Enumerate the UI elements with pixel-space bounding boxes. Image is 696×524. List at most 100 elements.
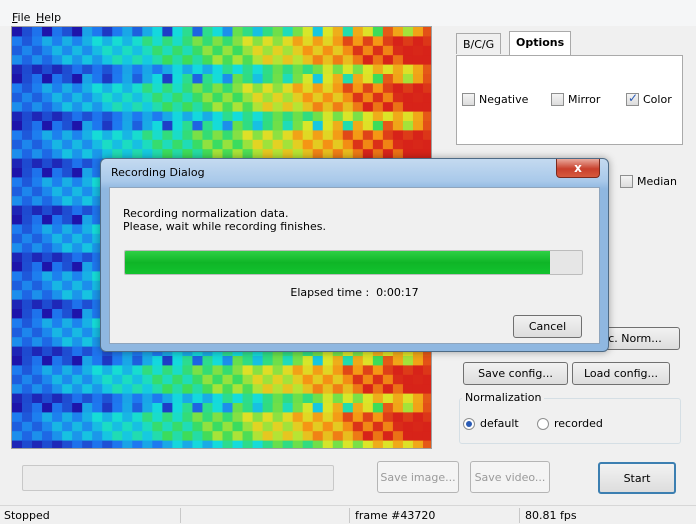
heatmap-cell bbox=[142, 393, 153, 404]
heatmap-cell bbox=[22, 121, 33, 131]
radio-default[interactable]: default bbox=[463, 417, 519, 430]
heatmap-cell bbox=[292, 74, 304, 84]
heatmap-cell bbox=[362, 403, 374, 413]
heatmap-cell bbox=[72, 356, 83, 366]
save-image-button[interactable]: Save image... bbox=[377, 461, 459, 493]
heatmap-cell bbox=[232, 45, 244, 56]
heatmap-cell bbox=[192, 421, 204, 432]
cancel-button[interactable]: Cancel bbox=[513, 315, 582, 338]
heatmap-cell bbox=[32, 158, 43, 169]
heatmap-cell bbox=[202, 45, 214, 56]
heatmap-cell bbox=[322, 55, 334, 66]
radio-recorded-indicator[interactable] bbox=[537, 417, 549, 430]
heatmap-cell bbox=[82, 365, 93, 376]
radio-recorded[interactable]: recorded bbox=[537, 417, 603, 430]
heatmap-cell bbox=[42, 121, 53, 131]
tab-bcg[interactable]: B/C/G bbox=[456, 33, 502, 54]
heatmap-cell bbox=[372, 45, 384, 56]
heatmap-cell bbox=[312, 421, 324, 432]
heatmap-cell bbox=[32, 393, 43, 404]
median-check-box[interactable] bbox=[620, 175, 633, 188]
heatmap-cell bbox=[72, 92, 83, 103]
heatmap-cell bbox=[212, 74, 224, 84]
heatmap-cell bbox=[282, 440, 294, 448]
heatmap-cell bbox=[82, 431, 93, 442]
heatmap-cell bbox=[242, 365, 254, 376]
heatmap-cell bbox=[42, 92, 53, 103]
heatmap-cell bbox=[252, 403, 264, 413]
heatmap-cell bbox=[22, 158, 33, 169]
heatmap-cell bbox=[32, 356, 43, 366]
heatmap-cell bbox=[242, 92, 254, 103]
radio-default-indicator[interactable] bbox=[463, 417, 475, 430]
mirror-checkbox[interactable]: Mirror bbox=[551, 93, 600, 106]
heatmap-cell bbox=[72, 83, 83, 94]
menu-help[interactable]: Help bbox=[36, 11, 61, 24]
heatmap-cell bbox=[22, 403, 33, 413]
menu-file[interactable]: File bbox=[12, 11, 30, 24]
heatmap-cell bbox=[222, 121, 234, 131]
heatmap-cell bbox=[372, 384, 384, 395]
heatmap-cell bbox=[292, 431, 304, 442]
heatmap-cell bbox=[282, 356, 294, 366]
heatmap-cell bbox=[362, 27, 374, 37]
heatmap-cell bbox=[132, 139, 143, 150]
heatmap-cell bbox=[72, 177, 83, 188]
load-config-button[interactable]: Load config... bbox=[572, 362, 670, 385]
close-icon[interactable]: x bbox=[556, 159, 600, 178]
heatmap-cell bbox=[362, 412, 374, 423]
status-frame: frame #43720 bbox=[355, 509, 436, 522]
heatmap-cell bbox=[162, 403, 173, 413]
heatmap-cell bbox=[182, 139, 194, 150]
heatmap-cell bbox=[352, 36, 364, 47]
heatmap-cell bbox=[312, 55, 324, 66]
save-video-button[interactable]: Save video... bbox=[470, 461, 550, 493]
heatmap-cell bbox=[182, 403, 194, 413]
heatmap-cell bbox=[72, 215, 83, 225]
heatmap-cell bbox=[82, 271, 93, 282]
heatmap-cell bbox=[252, 440, 264, 448]
heatmap-cell bbox=[42, 346, 53, 357]
heatmap-cell bbox=[12, 177, 23, 188]
negative-check-box[interactable] bbox=[462, 93, 475, 106]
median-checkbox[interactable]: Median bbox=[620, 175, 677, 188]
heatmap-cell bbox=[82, 403, 93, 413]
color-check-box[interactable] bbox=[626, 91, 639, 106]
heatmap-cell bbox=[152, 431, 163, 442]
heatmap-cell bbox=[52, 149, 63, 160]
heatmap-cell bbox=[82, 374, 93, 385]
heatmap-cell bbox=[382, 102, 394, 113]
heatmap-cell bbox=[82, 139, 93, 150]
heatmap-cell bbox=[362, 356, 374, 366]
heatmap-cell bbox=[102, 130, 113, 141]
heatmap-cell bbox=[412, 64, 424, 75]
heatmap-cell bbox=[32, 280, 43, 291]
heatmap-cell bbox=[322, 139, 334, 150]
negative-checkbox[interactable]: Negative bbox=[462, 93, 528, 106]
mirror-check-box[interactable] bbox=[551, 93, 564, 106]
heatmap-cell bbox=[412, 431, 424, 442]
heatmap-cell bbox=[22, 102, 33, 113]
heatmap-cell bbox=[232, 365, 244, 376]
heatmap-cell bbox=[152, 55, 163, 66]
heatmap-cell bbox=[402, 74, 414, 84]
heatmap-cell bbox=[122, 102, 133, 113]
heatmap-cell bbox=[62, 318, 73, 329]
heatmap-cell bbox=[92, 27, 103, 37]
recording-dialog: Recording Dialog x Recording normalizati… bbox=[100, 158, 609, 352]
heatmap-cell bbox=[32, 45, 43, 56]
heatmap-cell bbox=[342, 384, 354, 395]
start-button[interactable]: Start bbox=[598, 462, 676, 494]
heatmap-cell bbox=[52, 92, 63, 103]
heatmap-cell bbox=[142, 440, 153, 448]
heatmap-cell bbox=[282, 431, 294, 442]
heatmap-cell bbox=[92, 149, 103, 160]
save-config-button[interactable]: Save config... bbox=[463, 362, 568, 385]
heatmap-cell bbox=[302, 374, 314, 385]
heatmap-cell bbox=[412, 74, 424, 84]
tab-options[interactable]: Options bbox=[509, 31, 572, 55]
heatmap-cell bbox=[82, 290, 93, 301]
heatmap-cell bbox=[182, 55, 194, 66]
color-checkbox[interactable]: Color bbox=[626, 91, 672, 106]
heatmap-cell bbox=[72, 121, 83, 131]
